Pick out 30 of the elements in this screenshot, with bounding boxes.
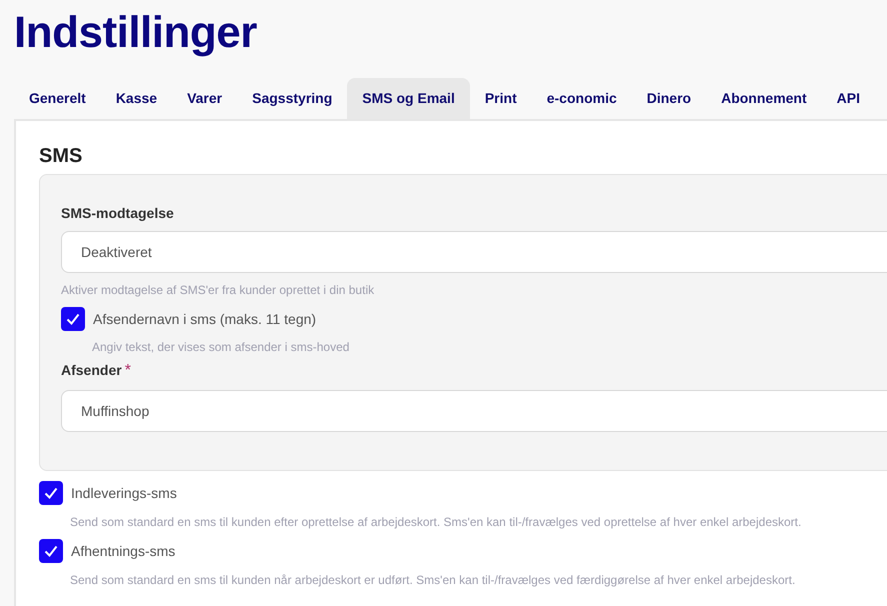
- field-hint: Send som standard en sms til kunden når arbejdeskort er udført. Sms'en kan til-/fravælges ved færdiggørelse af hver enkel arbejdeskort.: [70, 573, 796, 587]
- tab[interactable]: Abonnement: [706, 78, 822, 119]
- checkbox-label: Afhentnings-sms: [71, 543, 176, 559]
- checkbox[interactable]: [61, 307, 85, 331]
- check-icon: [44, 487, 58, 499]
- required-mark: *: [124, 362, 131, 380]
- check-icon: [66, 313, 80, 325]
- page-title: Indstillinger: [14, 8, 258, 58]
- tab[interactable]: Dinero: [632, 78, 706, 119]
- field-label: SMS-modtagelse: [61, 205, 175, 221]
- checkbox[interactable]: [39, 539, 63, 563]
- checkbox-label: Afsendernavn i sms (maks. 11 tegn): [93, 311, 316, 327]
- field-label: Afsender: [61, 362, 122, 380]
- tab[interactable]: Sagsstyring: [237, 78, 348, 119]
- tab[interactable]: Generelt: [14, 78, 101, 119]
- tab[interactable]: Varer: [172, 78, 238, 119]
- input-field[interactable]: Muffinshop: [61, 390, 887, 432]
- select-field[interactable]: Deaktiveret: [61, 231, 887, 273]
- tab[interactable]: e-conomic: [532, 78, 632, 119]
- tab[interactable]: API: [822, 78, 875, 119]
- field-hint: Aktiver modtagelse af SMS'er fra kunder oprettet i din butik: [61, 283, 376, 297]
- checkbox-label: Indleverings-sms: [71, 485, 177, 501]
- checkbox[interactable]: [39, 481, 63, 505]
- section-heading: SMS: [39, 145, 84, 168]
- tab[interactable]: Kasse: [100, 78, 172, 119]
- check-icon: [44, 545, 58, 557]
- field-hint: Send som standard en sms til kunden efter oprettelse af arbejdeskort. Sms'en kan til-/fravælges ved oprettelse af hver enkel arbejdeskort.: [70, 515, 802, 529]
- field-hint: Angiv tekst, der vises som afsender i sms-hoved: [92, 340, 350, 354]
- tab[interactable]: Print: [470, 78, 532, 119]
- tab[interactable]: SMS og Email: [347, 78, 470, 119]
